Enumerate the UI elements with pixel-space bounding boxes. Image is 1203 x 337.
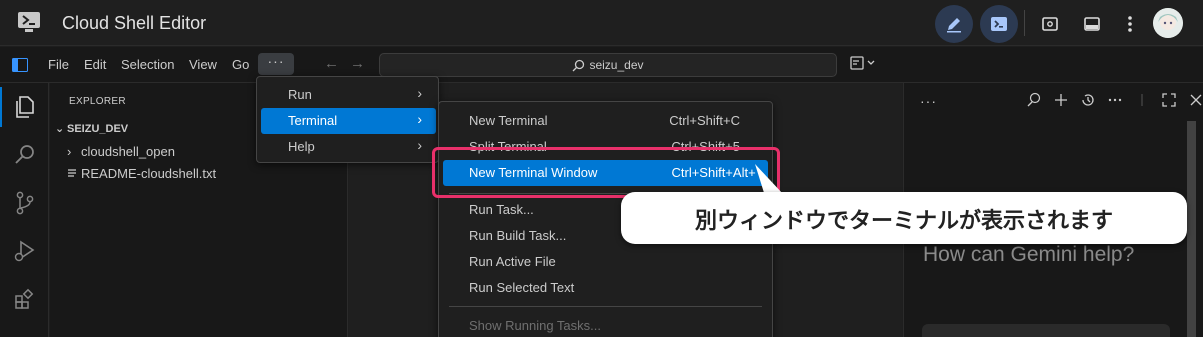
edit-pencil-button[interactable] xyxy=(935,5,973,43)
active-indicator xyxy=(0,87,2,127)
workspace-root[interactable]: ⌄ SEIZU_DEV xyxy=(55,122,128,135)
search-icon xyxy=(573,59,585,72)
more-menu-button[interactable]: ··· xyxy=(258,53,294,75)
file-label: README-cloudshell.txt xyxy=(81,166,217,181)
annotation-highlight-box xyxy=(432,147,780,198)
terminal-button[interactable] xyxy=(980,5,1018,43)
menu-go[interactable]: Go xyxy=(232,57,249,72)
source-control-icon[interactable] xyxy=(12,190,38,216)
menu-view[interactable]: View xyxy=(189,57,217,72)
chevron-right-icon: › xyxy=(417,137,422,153)
menu-item-new-terminal[interactable]: New Terminal Ctrl+Shift+C xyxy=(443,108,768,134)
maximize-icon[interactable] xyxy=(1161,92,1177,108)
folder-label: cloudshell_open xyxy=(81,144,175,159)
layout-customize-icon xyxy=(850,56,875,70)
preview-icon xyxy=(1042,17,1058,31)
menu-item-label: Show Running Tasks... xyxy=(469,318,601,333)
layout-icon xyxy=(1084,17,1100,31)
explorer-icon[interactable] xyxy=(12,94,38,120)
menu-item-label: Run xyxy=(288,87,312,102)
command-center-search[interactable]: seizu_dev xyxy=(379,53,837,77)
panel-more-button[interactable]: ··· xyxy=(920,93,937,109)
menu-file[interactable]: File xyxy=(48,57,69,72)
menu-item-terminal[interactable]: Terminal › xyxy=(261,108,436,134)
history-icon[interactable] xyxy=(1080,92,1096,108)
web-preview-button[interactable] xyxy=(1031,5,1069,43)
chevron-right-icon: › xyxy=(417,111,422,127)
menu-item-show-running-tasks: Show Running Tasks... xyxy=(443,313,768,337)
workspace-root-label: SEIZU_DEV xyxy=(67,123,129,135)
gemini-prompt-heading: How can Gemini help? xyxy=(923,243,1135,266)
chat-icon[interactable] xyxy=(1026,92,1042,108)
back-arrow-icon[interactable]: ← xyxy=(324,55,339,72)
tree-item-folder[interactable]: › cloudshell_open xyxy=(67,144,175,159)
panel-toolbar xyxy=(1026,92,1203,108)
callout-text: 別ウィンドウでターミナルが表示されます xyxy=(694,208,1113,233)
overflow-menu: Run › Terminal › Help › xyxy=(256,76,439,163)
app-title: Cloud Shell Editor xyxy=(62,13,207,33)
menu-item-label: Terminal xyxy=(288,113,338,128)
search-text: seizu_dev xyxy=(589,58,644,72)
cloud-shell-logo-icon xyxy=(17,10,41,34)
menu-edit[interactable]: Edit xyxy=(84,57,106,72)
customize-layout-button[interactable] xyxy=(849,55,881,75)
search-icon[interactable] xyxy=(12,142,38,168)
menu-item-label: Run Selected Text xyxy=(469,280,575,295)
menu-item-label: Run Active File xyxy=(469,254,556,269)
chevron-right-icon: › xyxy=(67,144,72,159)
menu-item-help[interactable]: Help › xyxy=(261,134,436,160)
plus-icon[interactable] xyxy=(1053,92,1069,108)
forward-arrow-icon[interactable]: → xyxy=(350,55,365,72)
menu-item-label: Run Task... xyxy=(469,202,534,217)
explorer-title: EXPLORER xyxy=(69,96,126,107)
more-options-button[interactable] xyxy=(1111,5,1149,43)
menu-selection[interactable]: Selection xyxy=(121,57,174,72)
more-horizontal-icon[interactable] xyxy=(1107,92,1123,108)
menu-item-run[interactable]: Run › xyxy=(261,82,436,108)
menu-item-run-selected-text[interactable]: Run Selected Text xyxy=(443,275,768,301)
tree-item-file[interactable]: README-cloudshell.txt xyxy=(67,166,216,181)
sidebar-toggle-icon[interactable] xyxy=(12,58,28,75)
layout-button[interactable] xyxy=(1073,5,1111,43)
run-debug-icon[interactable] xyxy=(12,238,38,264)
chevron-right-icon: › xyxy=(417,85,422,101)
divider xyxy=(1024,10,1025,36)
panel-scrollbar[interactable] xyxy=(1187,121,1196,337)
text-file-icon xyxy=(67,166,81,181)
avatar[interactable] xyxy=(1153,8,1183,38)
extensions-icon[interactable] xyxy=(12,287,38,313)
menu-item-label: Help xyxy=(288,139,315,154)
more-vert-icon xyxy=(1128,16,1132,32)
separator-icon xyxy=(1141,94,1143,106)
app-bar: Cloud Shell Editor xyxy=(0,0,1203,46)
terminal-icon xyxy=(991,17,1007,31)
annotation-callout: 別ウィンドウでターミナルが表示されます xyxy=(621,192,1187,244)
menu-separator xyxy=(449,306,762,307)
activity-bar xyxy=(0,83,49,337)
menu-item-label: Run Build Task... xyxy=(469,228,567,243)
close-icon[interactable] xyxy=(1188,92,1203,108)
menu-item-shortcut: Ctrl+Shift+C xyxy=(669,113,740,128)
gemini-input-box[interactable] xyxy=(922,324,1170,337)
edit-pencil-icon xyxy=(947,18,961,33)
menu-item-run-active-file[interactable]: Run Active File xyxy=(443,249,768,275)
chevron-down-icon: ⌄ xyxy=(55,123,65,135)
menu-item-label: New Terminal xyxy=(469,113,548,128)
